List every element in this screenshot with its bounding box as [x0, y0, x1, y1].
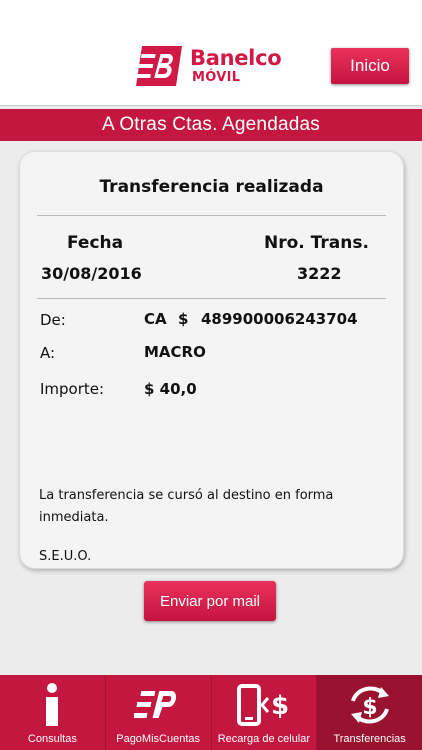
- divider: [37, 298, 386, 299]
- nav-item-pagomiscuentas[interactable]: PagoMisCuentas: [106, 675, 212, 750]
- nav-label: Transferencias: [333, 733, 406, 745]
- transfer-icon: $: [317, 681, 422, 729]
- amount-label: Importe:: [40, 380, 105, 398]
- app-header: Banelco MÓVIL Inicio: [0, 0, 422, 100]
- transfer-note-line: inmediata.: [39, 510, 109, 525]
- transfer-note-line: La transferencia se cursó al destino en …: [39, 488, 334, 503]
- section-title: A Otras Ctas. Agendadas: [0, 109, 422, 141]
- to-value: MACRO: [144, 343, 206, 361]
- svg-text:$: $: [362, 695, 377, 720]
- receipt-title: Transferencia realizada: [99, 177, 324, 197]
- amount-value: $ 40,0: [144, 380, 197, 398]
- info-icon: [0, 681, 105, 729]
- nav-label: Recarga de celular: [217, 733, 311, 745]
- banelco-logo: Banelco MÓVIL: [132, 40, 302, 92]
- phone-recharge-icon: $: [212, 681, 317, 729]
- header-divider: [0, 100, 422, 106]
- divider: [37, 215, 386, 216]
- receipt-card: Transferencia realizada Fecha Nro. Trans…: [19, 151, 404, 569]
- transfer-note: La transferencia se cursó al destino en …: [39, 485, 389, 529]
- brand-name: Banelco: [190, 46, 282, 70]
- bottom-nav: Consultas PagoMisCuentas $ Recarga de ce…: [0, 675, 422, 750]
- from-account-type: CA: [144, 310, 167, 328]
- date-label: Fecha: [67, 233, 124, 253]
- from-currency: $: [178, 310, 189, 328]
- send-email-button[interactable]: Enviar por mail: [144, 581, 276, 621]
- disclaimer: S.E.U.O.: [39, 549, 92, 564]
- nav-item-consultas[interactable]: Consultas: [0, 675, 106, 750]
- home-button[interactable]: Inicio: [331, 48, 409, 84]
- from-account-number: 489900006243704: [201, 310, 358, 328]
- nav-item-transferencias[interactable]: $ Transferencias: [317, 675, 422, 750]
- brand-subtitle: MÓVIL: [192, 70, 241, 85]
- svg-text:$: $: [271, 691, 289, 721]
- from-label: De:: [40, 311, 66, 329]
- pagomiscuentas-icon: [106, 681, 211, 729]
- transaction-number-value: 3222: [297, 264, 342, 283]
- nav-label: Consultas: [27, 733, 77, 745]
- transaction-number-label: Nro. Trans.: [264, 233, 369, 253]
- to-label: A:: [40, 344, 56, 362]
- date-value: 30/08/2016: [41, 264, 142, 283]
- nav-item-recarga-celular[interactable]: $ Recarga de celular: [212, 675, 318, 750]
- banelco-logo-icon: [136, 46, 182, 86]
- nav-label: PagoMisCuentas: [116, 733, 201, 745]
